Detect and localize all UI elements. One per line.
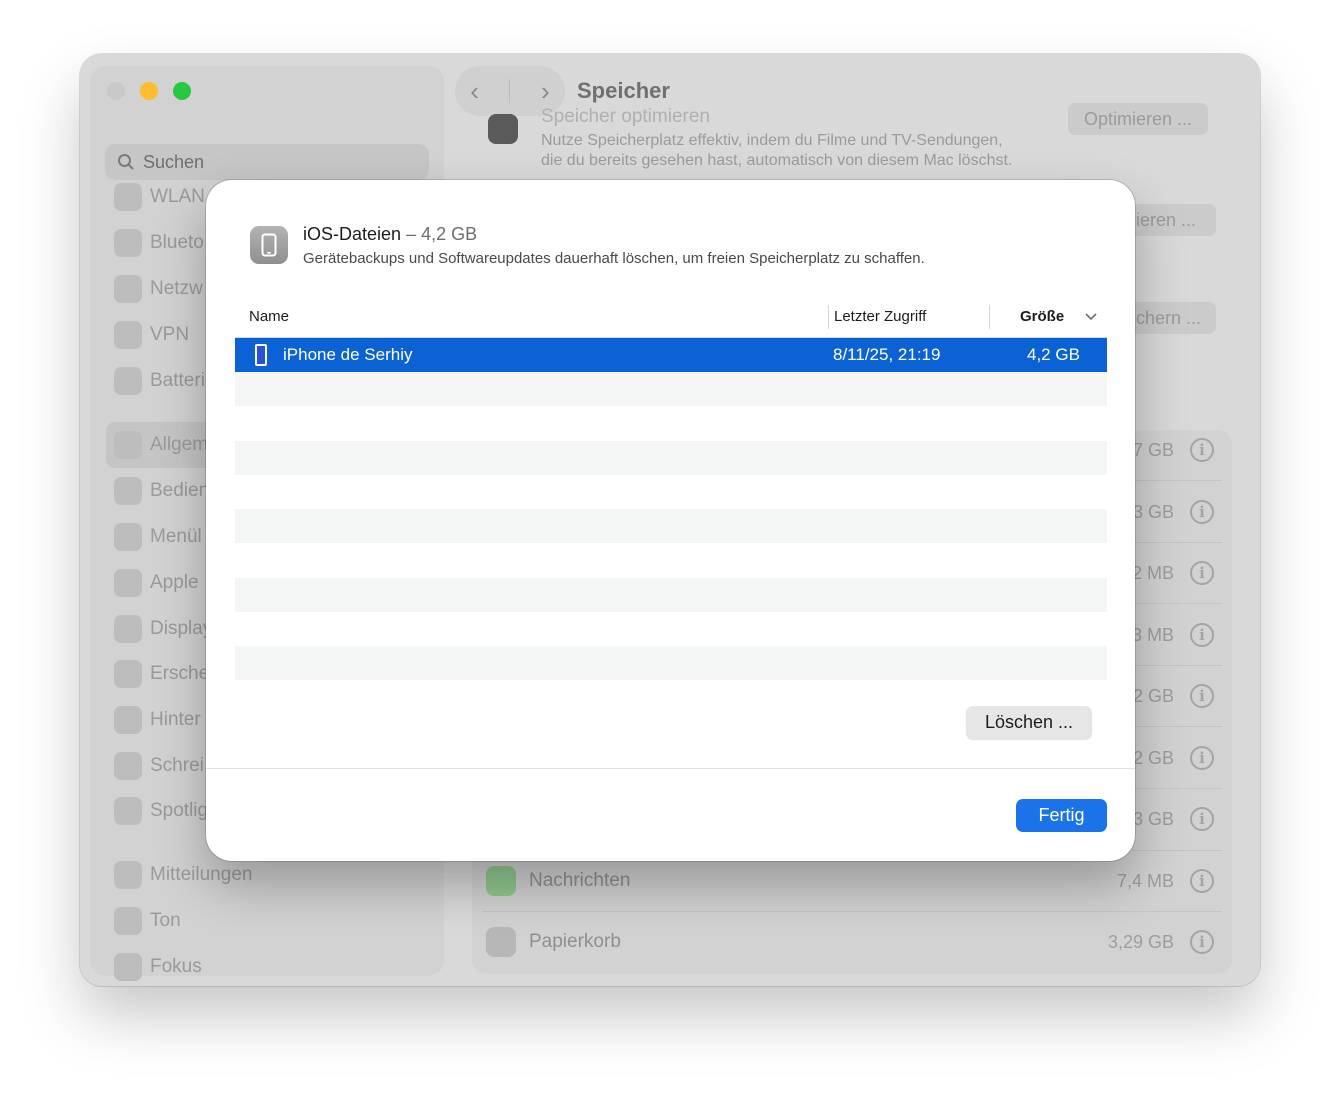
sheet-title-size: 4,2 GB (421, 224, 478, 244)
sidebar-item-sound[interactable]: Ton (114, 906, 181, 936)
focus-icon (114, 953, 142, 981)
info-icon[interactable]: i (1190, 869, 1214, 893)
sidebar-item-vpn[interactable]: VPN (114, 320, 189, 350)
column-separator (989, 305, 990, 329)
row-size-messages: 7,4 MB (1116, 871, 1174, 891)
sidebar-item-focus[interactable]: Fokus (114, 952, 202, 982)
sheet-title-text: iOS-Dateien (303, 224, 402, 244)
row-size: 2 MB (1131, 563, 1174, 583)
iphone-device-icon (255, 344, 267, 366)
spotlight-icon (114, 797, 142, 825)
sidebar-search-field[interactable]: Suchen (105, 144, 429, 180)
optimize-button[interactable]: Optimieren ... (1068, 103, 1209, 135)
info-icon[interactable]: i (1190, 561, 1214, 585)
sound-icon (114, 907, 142, 935)
info-icon[interactable]: i (1190, 930, 1214, 954)
sidebar-item-battery[interactable]: Batteri (114, 366, 205, 396)
sidebar-item-notifications[interactable]: Mitteilungen (114, 860, 252, 890)
column-header-size[interactable]: Größe (1020, 308, 1064, 325)
row-label-trash: Papierkorb (529, 931, 621, 952)
row-size: 2 GB (1132, 686, 1174, 706)
sidebar-item-screensaver[interactable]: Schrei (114, 751, 204, 781)
row-label-messages: Nachrichten (529, 870, 631, 891)
minimize-window-button[interactable] (140, 82, 158, 100)
window-title: Speicher (577, 78, 670, 103)
notifications-icon (114, 861, 142, 889)
network-icon (114, 275, 142, 303)
search-icon (118, 154, 134, 170)
menubar-icon (114, 523, 142, 551)
sidebar-item-display[interactable]: Display (114, 614, 212, 644)
row-size: 3 GB (1132, 502, 1174, 522)
wifi-icon (114, 183, 142, 211)
apple-intelligence-icon (114, 569, 142, 597)
accessibility-icon (114, 477, 142, 505)
trash-icon (486, 927, 516, 957)
nav-divider (509, 79, 511, 103)
info-icon[interactable]: i (1190, 623, 1214, 647)
empty-table-row (235, 578, 1107, 612)
info-icon[interactable]: i (1190, 746, 1214, 770)
iphone-icon (250, 226, 288, 264)
empty-table-row (235, 509, 1107, 543)
info-icon[interactable]: i (1190, 684, 1214, 708)
screensaver-icon (114, 752, 142, 780)
sidebar-item-network[interactable]: Netzw (114, 274, 203, 304)
info-icon[interactable]: i (1190, 438, 1214, 462)
column-header-name[interactable]: Name (249, 308, 289, 325)
optimize-storage-title: Speicher optimieren (541, 106, 710, 127)
table-row-selected[interactable]: iPhone de Serhiy 8/11/25, 21:19 4,2 GB (235, 338, 1107, 372)
row-size: 3 GB (1132, 809, 1174, 829)
info-icon[interactable]: i (1190, 807, 1214, 831)
messages-app-icon (486, 866, 516, 896)
column-separator (828, 305, 829, 329)
row-name: iPhone de Serhiy (283, 345, 413, 364)
sidebar-item-wlan[interactable]: WLAN (114, 182, 205, 212)
row-size: 3 MB (1131, 625, 1174, 645)
sheet-title: iOS-Dateien – 4,2 GB (303, 224, 477, 245)
row-size: 2 GB (1132, 748, 1174, 768)
vpn-icon (114, 321, 142, 349)
column-header-last-access[interactable]: Letzter Zugriff (834, 308, 926, 325)
appearance-icon (114, 660, 142, 688)
display-icon (114, 615, 142, 643)
row-last-access: 8/11/25, 21:19 (833, 345, 941, 364)
sidebar-item-bluetooth[interactable]: Blueto (114, 228, 204, 258)
sidebar-item-appearance[interactable]: Ersche (114, 659, 209, 689)
sidebar-item-menubar[interactable]: Menül (114, 522, 202, 552)
info-icon[interactable]: i (1190, 500, 1214, 524)
empty-table-row (235, 441, 1107, 475)
battery-icon (114, 367, 142, 395)
zoom-window-button[interactable] (173, 82, 191, 100)
apple-tv-icon (488, 114, 518, 144)
sidebar-item-general[interactable]: Allgem (114, 430, 208, 460)
sheet-footer-divider (206, 768, 1135, 769)
close-window-button[interactable] (107, 82, 125, 100)
row-size-trash: 3,29 GB (1107, 932, 1174, 952)
sidebar-item-accessibility[interactable]: Bedien (114, 476, 209, 506)
sheet-subtitle: Gerätebackups und Softwareupdates dauerh… (303, 250, 925, 267)
search-placeholder: Suchen (143, 151, 205, 172)
wallpaper-icon (114, 706, 142, 734)
sheet-title-dash: – (406, 224, 417, 244)
column-header-size-label: Größe (1020, 308, 1065, 325)
sidebar-item-wallpaper[interactable]: Hinter (114, 705, 201, 735)
forward-chevron-icon[interactable]: › (541, 76, 550, 107)
back-chevron-icon[interactable]: ‹ (470, 76, 479, 107)
delete-button[interactable]: Löschen ... (966, 706, 1092, 739)
gear-icon (114, 431, 142, 459)
ios-files-sheet: iOS-Dateien – 4,2 GB Gerätebackups und S… (206, 180, 1135, 861)
row-size: 7 GB (1132, 440, 1174, 460)
optimize-storage-description-line2: die du bereits gesehen hast, automatisch… (541, 152, 1013, 169)
row-size: 4,2 GB (1027, 345, 1080, 364)
row-separator (482, 911, 1222, 912)
done-button[interactable]: Fertig (1016, 799, 1107, 832)
empty-table-row (235, 372, 1107, 406)
optimize-storage-description-line1: Nutze Speicherplatz effektiv, indem du F… (541, 132, 1003, 149)
bluetooth-icon (114, 229, 142, 257)
sidebar-item-spotlight[interactable]: Spotlig (114, 796, 208, 826)
empty-table-row (235, 646, 1107, 680)
sidebar-item-apple-intelligence[interactable]: Apple (114, 568, 199, 598)
sort-chevron-down-icon[interactable] (1085, 313, 1097, 321)
